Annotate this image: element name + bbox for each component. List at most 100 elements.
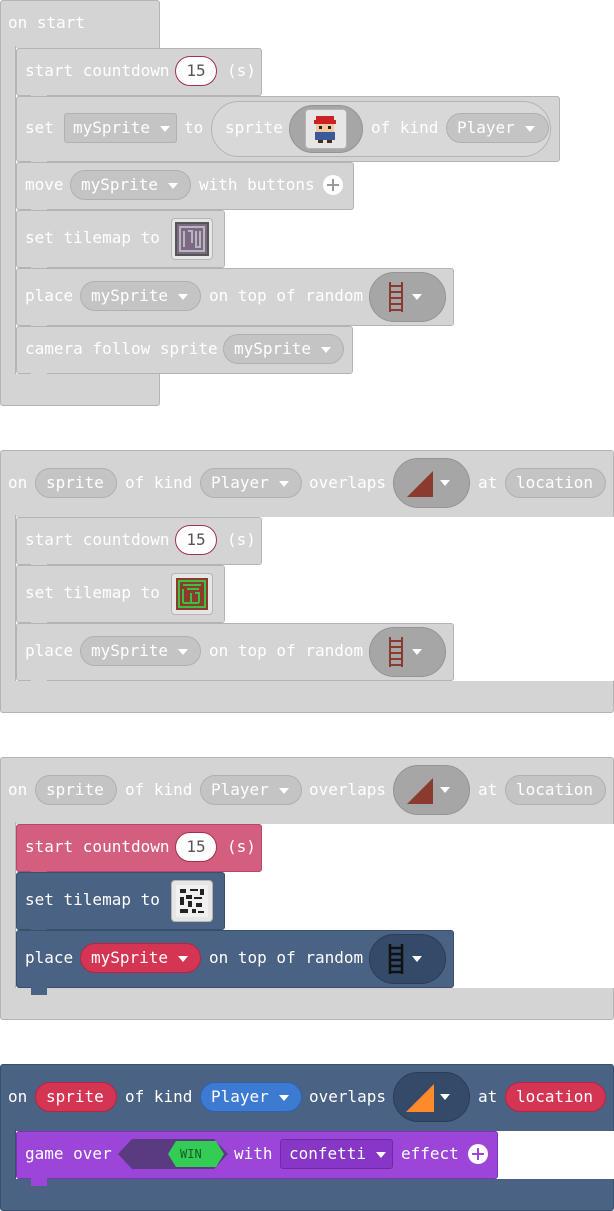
on-label: on (8, 780, 28, 799)
overlap-event-body (0, 822, 16, 990)
dropdown-arrow-icon (178, 293, 189, 300)
dropdown-arrow-icon (168, 182, 179, 189)
location-arg[interactable]: location (505, 1082, 606, 1112)
of-kind-label: of kind (125, 473, 193, 492)
at-label: at (478, 473, 498, 492)
seconds-unit-label: (s) (227, 61, 256, 80)
dropdown-arrow-icon (440, 1094, 450, 1100)
tilemap-thumbnail[interactable] (171, 218, 213, 260)
overlap-event-footer (0, 681, 614, 713)
place-label: place (25, 948, 74, 967)
of-kind-label: of kind (125, 780, 193, 799)
tile-dropdown[interactable] (393, 1072, 470, 1122)
dropdown-arrow-icon (321, 346, 332, 353)
with-label: with (234, 1144, 273, 1163)
dropdown-arrow-icon (412, 294, 422, 300)
block-notch (31, 1178, 47, 1186)
kind-value: Player (211, 780, 269, 799)
dropdown-arrow-icon (278, 1094, 289, 1101)
of-kind-label: of kind (371, 118, 439, 137)
on-top-of-random-label: on top of random (209, 641, 364, 660)
block-notch (31, 680, 47, 688)
kind-dropdown[interactable]: Player (200, 468, 302, 498)
kind-value: Player (211, 473, 269, 492)
start-countdown-label: start countdown (25, 530, 170, 549)
overlap-event-footer (0, 1179, 614, 1211)
block-notch (31, 373, 47, 381)
variable-dropdown[interactable]: mySprite (80, 943, 201, 973)
kind-value: Player (211, 1087, 269, 1106)
kind-dropdown[interactable]: Player (446, 113, 549, 143)
dropdown-arrow-icon (278, 787, 289, 794)
dropdown-arrow-icon (412, 956, 422, 962)
tile-dropdown[interactable] (369, 627, 446, 677)
kind-dropdown[interactable]: Player (200, 1082, 302, 1112)
variable-dropdown[interactable]: mySprite (64, 113, 177, 143)
variable-dropdown[interactable]: mySprite (223, 334, 344, 364)
ramp-tile-icon (407, 471, 433, 497)
overlaps-label: overlaps (309, 1087, 387, 1106)
variable-name: mySprite (81, 175, 159, 194)
effect-value: confetti (289, 1144, 367, 1163)
location-arg[interactable]: location (505, 775, 606, 805)
overlaps-label: overlaps (309, 473, 387, 492)
on-label: on (8, 1087, 28, 1106)
dropdown-arrow-icon (160, 125, 171, 132)
variable-dropdown[interactable]: mySprite (80, 636, 201, 666)
start-countdown-label: start countdown (25, 61, 170, 80)
camera-follow-label: camera follow sprite (25, 339, 218, 358)
countdown-seconds-input[interactable]: 15 (175, 525, 217, 555)
block-notch (31, 987, 47, 995)
at-label: at (478, 780, 498, 799)
countdown-seconds-input[interactable]: 15 (175, 56, 217, 86)
dropdown-arrow-icon (278, 480, 289, 487)
dropdown-arrow-icon (178, 648, 189, 655)
on-start-body (0, 46, 16, 376)
game-over-label: game over (25, 1144, 112, 1163)
countdown-seconds-input[interactable]: 15 (175, 832, 217, 862)
overlap-event-body (0, 1129, 16, 1181)
set-tilemap-label: set tilemap to (25, 583, 160, 602)
win-label: WIN (180, 1147, 202, 1161)
ramp-tile-icon (407, 778, 433, 804)
variable-name: mySprite (73, 118, 151, 137)
seconds-unit-label: (s) (227, 837, 256, 856)
tile-dropdown[interactable] (369, 272, 446, 322)
sprite-arg[interactable]: sprite (35, 1082, 117, 1112)
variable-dropdown[interactable]: mySprite (70, 170, 191, 200)
start-countdown-label: start countdown (25, 837, 170, 856)
variable-name: mySprite (234, 339, 312, 358)
variable-name: mySprite (91, 948, 169, 967)
tilemap-thumbnail[interactable] (171, 573, 213, 615)
variable-dropdown[interactable]: mySprite (80, 281, 201, 311)
tile-dropdown[interactable] (369, 934, 446, 984)
to-label: to (184, 118, 204, 137)
with-buttons-label: with buttons (199, 175, 315, 194)
sprite-arg[interactable]: sprite (35, 775, 117, 805)
win-boolean-input[interactable] (118, 1139, 228, 1169)
effect-label: effect (401, 1144, 459, 1163)
place-label: place (25, 641, 74, 660)
on-start-footer (0, 374, 160, 406)
set-label: set (25, 118, 54, 137)
plus-icon[interactable] (468, 1144, 488, 1164)
dropdown-arrow-icon (440, 787, 450, 793)
tilemap-thumbnail[interactable] (171, 880, 213, 922)
on-label: on (8, 473, 28, 492)
location-arg[interactable]: location (505, 468, 606, 498)
tile-dropdown[interactable] (393, 458, 470, 508)
sprite-label: sprite (225, 118, 283, 137)
tile-dropdown[interactable] (393, 765, 470, 815)
on-top-of-random-label: on top of random (209, 948, 364, 967)
sprite-image-thumbnail[interactable] (305, 109, 347, 149)
ramp-tile-icon (406, 1084, 434, 1112)
ladder-tile-icon (388, 944, 404, 974)
variable-name: mySprite (91, 286, 169, 305)
kind-dropdown[interactable]: Player (200, 775, 302, 805)
place-label: place (25, 286, 74, 305)
dropdown-arrow-icon (376, 1151, 387, 1158)
effect-dropdown[interactable]: confetti (280, 1139, 393, 1169)
on-start-label: on start (8, 13, 86, 32)
sprite-arg[interactable]: sprite (35, 468, 117, 498)
plus-icon[interactable] (323, 175, 343, 195)
